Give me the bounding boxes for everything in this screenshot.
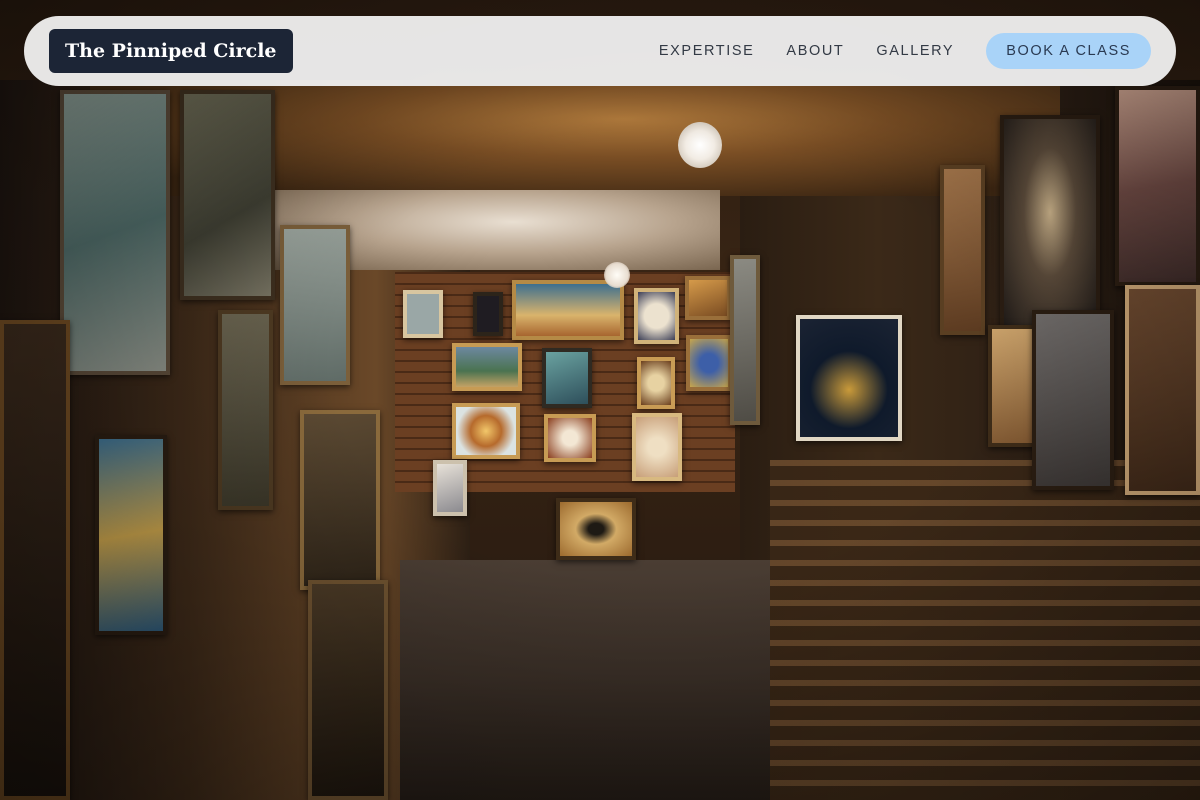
book-a-class-button[interactable]: BOOK A CLASS <box>986 33 1151 69</box>
nav-link-expertise[interactable]: EXPERTISE <box>659 43 755 59</box>
nav-link-gallery[interactable]: GALLERY <box>876 43 954 59</box>
hero-background-image <box>0 0 1200 800</box>
brand-logo[interactable]: The Pinniped Circle <box>49 29 293 73</box>
nav-links: EXPERTISE ABOUT GALLERY BOOK A CLASS <box>659 33 1151 69</box>
vignette-overlay <box>0 0 1200 800</box>
nav-link-about[interactable]: ABOUT <box>786 43 844 59</box>
navigation-bar: The Pinniped Circle EXPERTISE ABOUT GALL… <box>24 16 1176 86</box>
